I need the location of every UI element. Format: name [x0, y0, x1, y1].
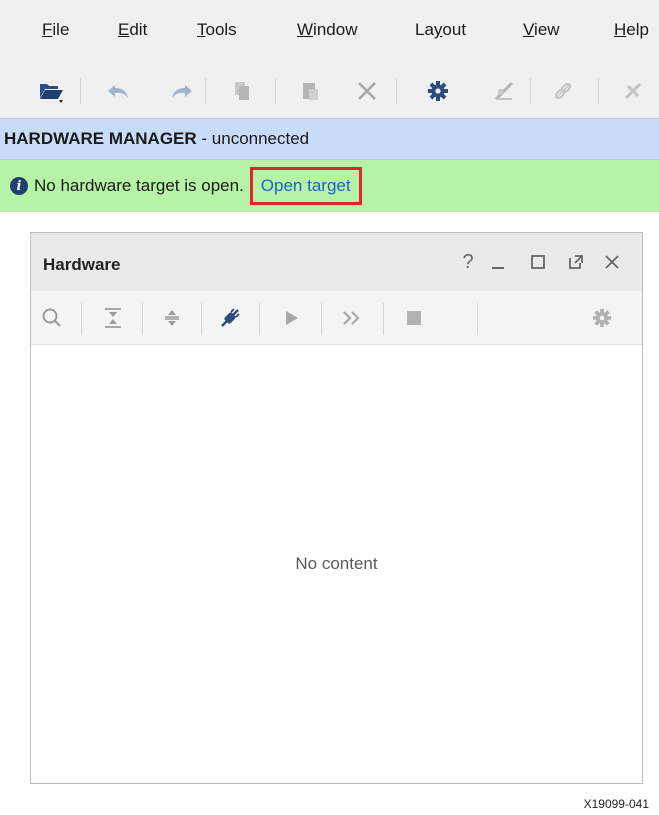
toolbar-separator: [201, 303, 202, 335]
expand-all-icon[interactable]: [157, 303, 187, 333]
run-icon[interactable]: [276, 303, 306, 333]
copy-icon[interactable]: [227, 76, 257, 106]
hardware-toolbar: [31, 291, 642, 345]
hardware-panel-title-bar: Hardware ?: [31, 233, 642, 291]
status-message: No hardware target is open.: [34, 176, 244, 195]
float-icon[interactable]: [565, 251, 587, 273]
redo-icon[interactable]: [167, 76, 197, 106]
empty-state-text: No content: [295, 554, 378, 573]
menu-help[interactable]: Help: [614, 20, 649, 40]
help-button[interactable]: ?: [457, 251, 479, 273]
toolbar-separator: [321, 303, 322, 335]
run-all-icon[interactable]: [337, 303, 367, 333]
toolbar-separator: [530, 78, 531, 104]
toolbar-separator: [396, 78, 397, 104]
menu-edit[interactable]: Edit: [118, 20, 147, 40]
disconnect-icon[interactable]: [618, 76, 648, 106]
hardware-manager-header: HARDWARE MANAGER - unconnected: [0, 118, 659, 160]
hardware-panel: Hardware ? No content: [30, 232, 643, 784]
minimize-icon[interactable]: [487, 251, 509, 273]
toolbar-separator: [205, 78, 206, 104]
menu-layout[interactable]: Layout: [415, 20, 466, 40]
toolbar-separator: [598, 78, 599, 104]
manager-title: HARDWARE MANAGER: [4, 129, 197, 148]
maximize-icon[interactable]: [527, 251, 549, 273]
delete-icon[interactable]: [352, 76, 382, 106]
search-icon[interactable]: [37, 303, 67, 333]
stop-icon[interactable]: [399, 303, 429, 333]
toolbar-separator: [80, 78, 81, 104]
settings-icon[interactable]: [587, 303, 617, 333]
menu-file[interactable]: File: [42, 20, 69, 40]
connection-status: - unconnected: [196, 129, 310, 148]
settings-icon[interactable]: [423, 76, 453, 106]
menu-bar: File Edit Tools Window Layout View Help: [0, 0, 659, 64]
figure-id: X19099-041: [583, 797, 649, 811]
menu-view[interactable]: View: [523, 20, 560, 40]
close-icon[interactable]: [601, 251, 623, 273]
toolbar-separator: [81, 303, 82, 335]
hardware-tree-area: No content: [31, 345, 642, 783]
open-project-icon[interactable]: [36, 76, 66, 106]
main-toolbar: [0, 64, 659, 118]
status-banner: i No hardware target is open. Open targe…: [0, 160, 659, 212]
link-icon[interactable]: [548, 76, 578, 106]
application-window: File Edit Tools Window Layout View Help: [0, 0, 659, 815]
toolbar-separator: [259, 303, 260, 335]
paste-icon[interactable]: [295, 76, 325, 106]
toolbar-separator: [477, 303, 478, 335]
menu-tools[interactable]: Tools: [197, 20, 237, 40]
auto-connect-icon[interactable]: [215, 303, 245, 333]
toolbar-separator: [383, 303, 384, 335]
menu-window[interactable]: Window: [297, 20, 357, 40]
open-target-link[interactable]: Open target: [249, 167, 362, 205]
toolbar-separator: [275, 78, 276, 104]
collapse-all-icon[interactable]: [98, 303, 128, 333]
info-icon: i: [10, 177, 28, 195]
auto-connect-icon[interactable]: [489, 76, 519, 106]
hardware-panel-title: Hardware: [43, 255, 121, 274]
undo-icon[interactable]: [103, 76, 133, 106]
toolbar-separator: [142, 303, 143, 335]
